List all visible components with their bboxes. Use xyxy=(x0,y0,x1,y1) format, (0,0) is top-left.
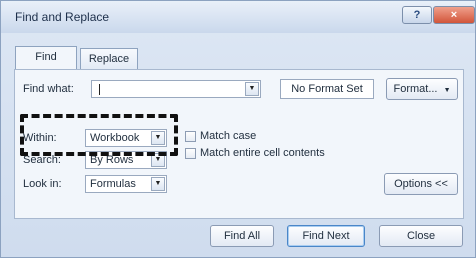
window-title: Find and Replace xyxy=(15,10,110,24)
look-in-value: Formulas xyxy=(90,178,136,190)
format-button-label: Format... xyxy=(393,83,438,95)
find-what-dropdown-arrow[interactable]: ▼ xyxy=(245,82,259,96)
find-what-label: Find what: xyxy=(23,83,74,95)
find-and-replace-dialog: Find and Replace ? × Find Replace Find w… xyxy=(0,0,476,258)
chevron-down-icon: ▼ xyxy=(248,85,256,92)
within-select[interactable]: Workbook ▼ xyxy=(85,129,167,147)
tab-find[interactable]: Find xyxy=(15,46,77,70)
help-button[interactable]: ? xyxy=(402,6,432,24)
within-label: Within: xyxy=(23,132,57,144)
match-case-label[interactable]: Match case xyxy=(200,130,256,142)
find-all-button[interactable]: Find All xyxy=(210,225,274,247)
chevron-down-icon: ▼ xyxy=(443,87,451,94)
match-entire-label[interactable]: Match entire cell contents xyxy=(200,147,325,159)
find-tab-panel: Find what: ▼ No Format Set Format... ▼ W… xyxy=(14,69,464,219)
close-icon: × xyxy=(450,9,458,21)
options-button[interactable]: Options << xyxy=(384,173,458,195)
within-dropdown-arrow[interactable]: ▼ xyxy=(151,131,165,145)
format-button[interactable]: Format... ▼ xyxy=(386,78,458,100)
within-value: Workbook xyxy=(90,132,140,144)
match-case-checkbox[interactable] xyxy=(185,131,196,142)
find-next-button[interactable]: Find Next xyxy=(287,225,365,247)
format-status: No Format Set xyxy=(280,79,374,99)
chevron-down-icon: ▼ xyxy=(154,180,162,187)
help-icon: ? xyxy=(413,9,421,21)
search-dropdown-arrow[interactable]: ▼ xyxy=(151,153,165,167)
look-in-label: Look in: xyxy=(23,178,62,190)
look-in-dropdown-arrow[interactable]: ▼ xyxy=(151,177,165,191)
text-caret xyxy=(99,84,100,95)
tab-replace[interactable]: Replace xyxy=(80,48,138,70)
chevron-down-icon: ▼ xyxy=(154,156,162,163)
match-entire-checkbox[interactable] xyxy=(185,148,196,159)
search-value: By Rows xyxy=(90,154,134,166)
find-what-input[interactable] xyxy=(91,80,261,98)
close-window-button[interactable]: × xyxy=(433,6,475,24)
search-select[interactable]: By Rows ▼ xyxy=(85,151,167,169)
close-button[interactable]: Close xyxy=(379,225,463,247)
title-bar[interactable]: Find and Replace ? × xyxy=(1,1,475,33)
look-in-select[interactable]: Formulas ▼ xyxy=(85,175,167,193)
search-label: Search: xyxy=(23,154,61,166)
chevron-down-icon: ▼ xyxy=(154,134,162,141)
